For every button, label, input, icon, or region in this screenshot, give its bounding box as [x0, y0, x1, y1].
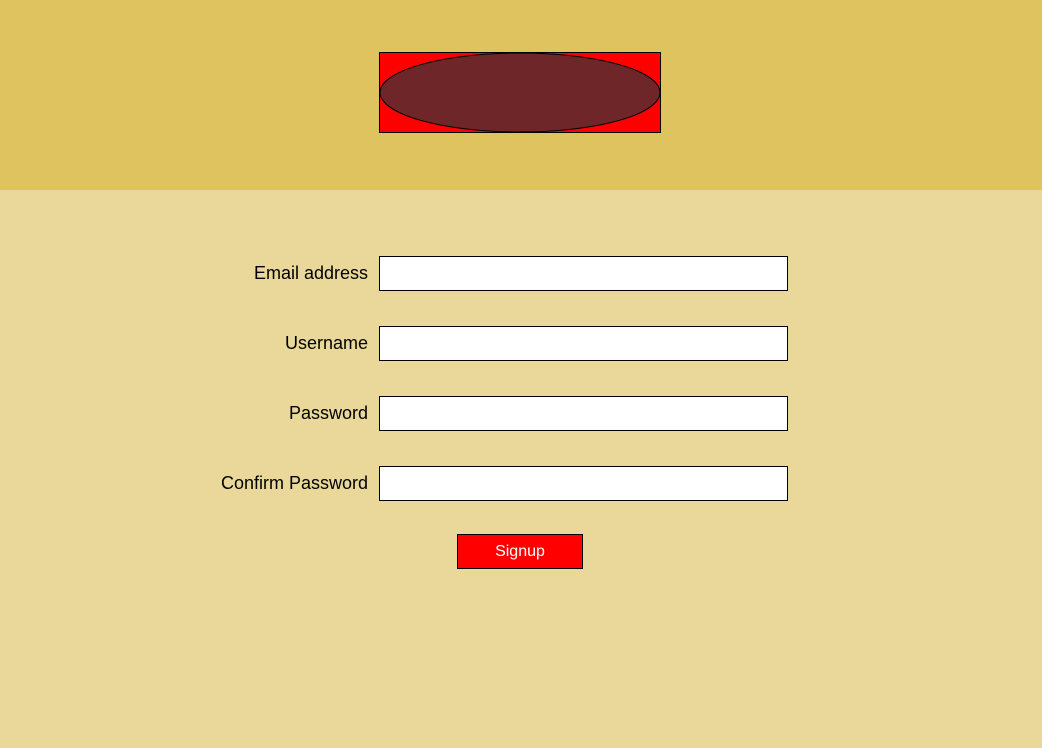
password-row: Password: [0, 396, 1042, 431]
password-label: Password: [288, 403, 368, 423]
username-label: Username: [284, 333, 368, 353]
signup-page: Email address Username Password Confirm …: [0, 0, 1042, 748]
password-input[interactable]: [379, 396, 788, 431]
confirm-password-label: Confirm Password: [220, 473, 368, 493]
signup-button[interactable]: Signup: [457, 534, 583, 569]
logo: [379, 52, 661, 133]
header: [0, 0, 1042, 190]
confirm-password-input[interactable]: [379, 466, 788, 501]
username-row: Username: [0, 326, 1042, 361]
confirm-password-row: Confirm Password: [0, 466, 1042, 501]
email-row: Email address: [0, 256, 1042, 291]
email-label: Email address: [253, 263, 368, 283]
logo-ellipse-icon: [380, 53, 660, 132]
username-input[interactable]: [379, 326, 788, 361]
email-input[interactable]: [379, 256, 788, 291]
